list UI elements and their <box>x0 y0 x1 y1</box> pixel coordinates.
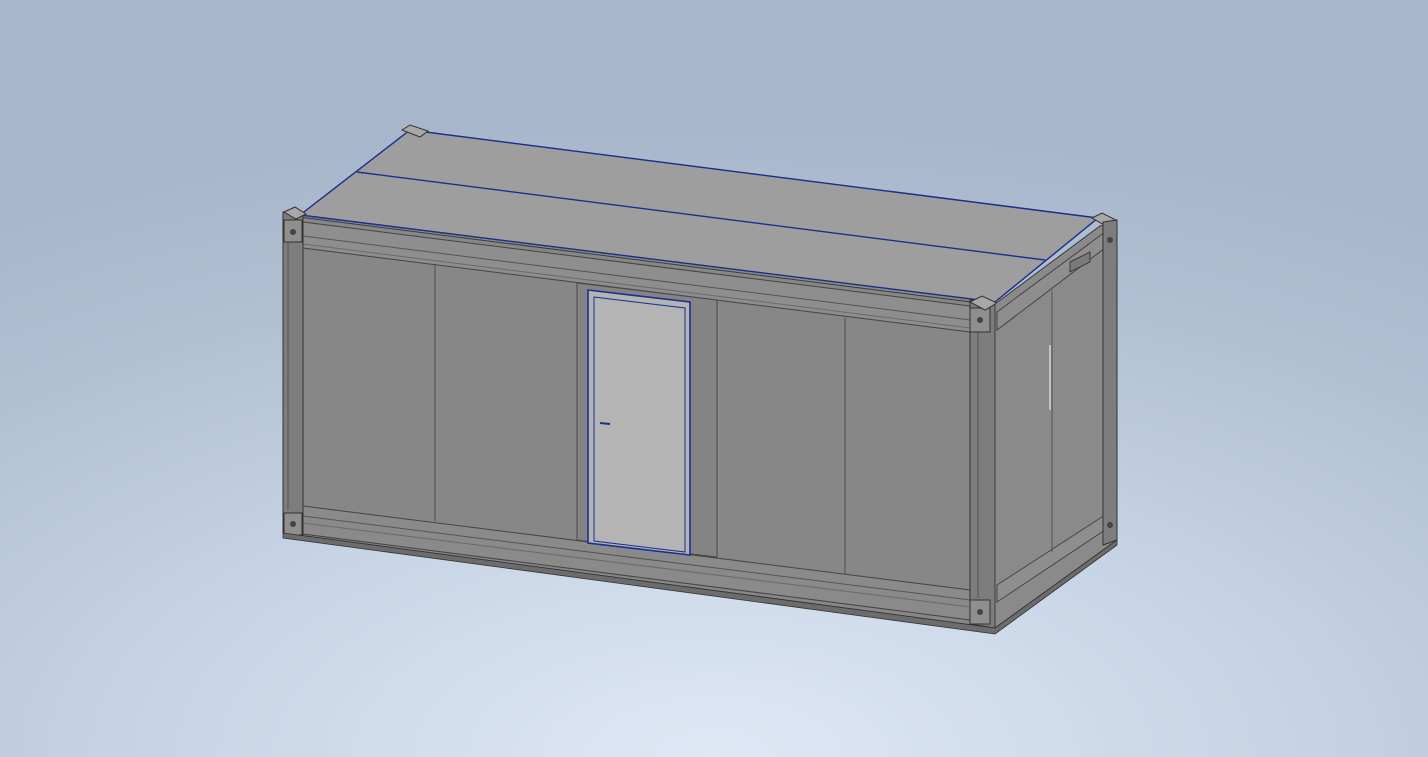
corner-post-front-right <box>969 299 996 629</box>
casting-hole <box>977 609 983 615</box>
corner-post-front-left <box>282 211 304 538</box>
casting-hole <box>1107 237 1113 243</box>
cad-3d-viewport[interactable] <box>0 0 1428 757</box>
end-wall-post-back <box>1102 219 1118 546</box>
container-model-drawing[interactable] <box>0 0 1428 757</box>
casting-hole <box>977 317 983 323</box>
casting-hole <box>290 229 296 235</box>
casting-hole <box>1107 522 1113 528</box>
casting-hole <box>290 521 296 527</box>
door-handle[interactable] <box>599 422 611 425</box>
